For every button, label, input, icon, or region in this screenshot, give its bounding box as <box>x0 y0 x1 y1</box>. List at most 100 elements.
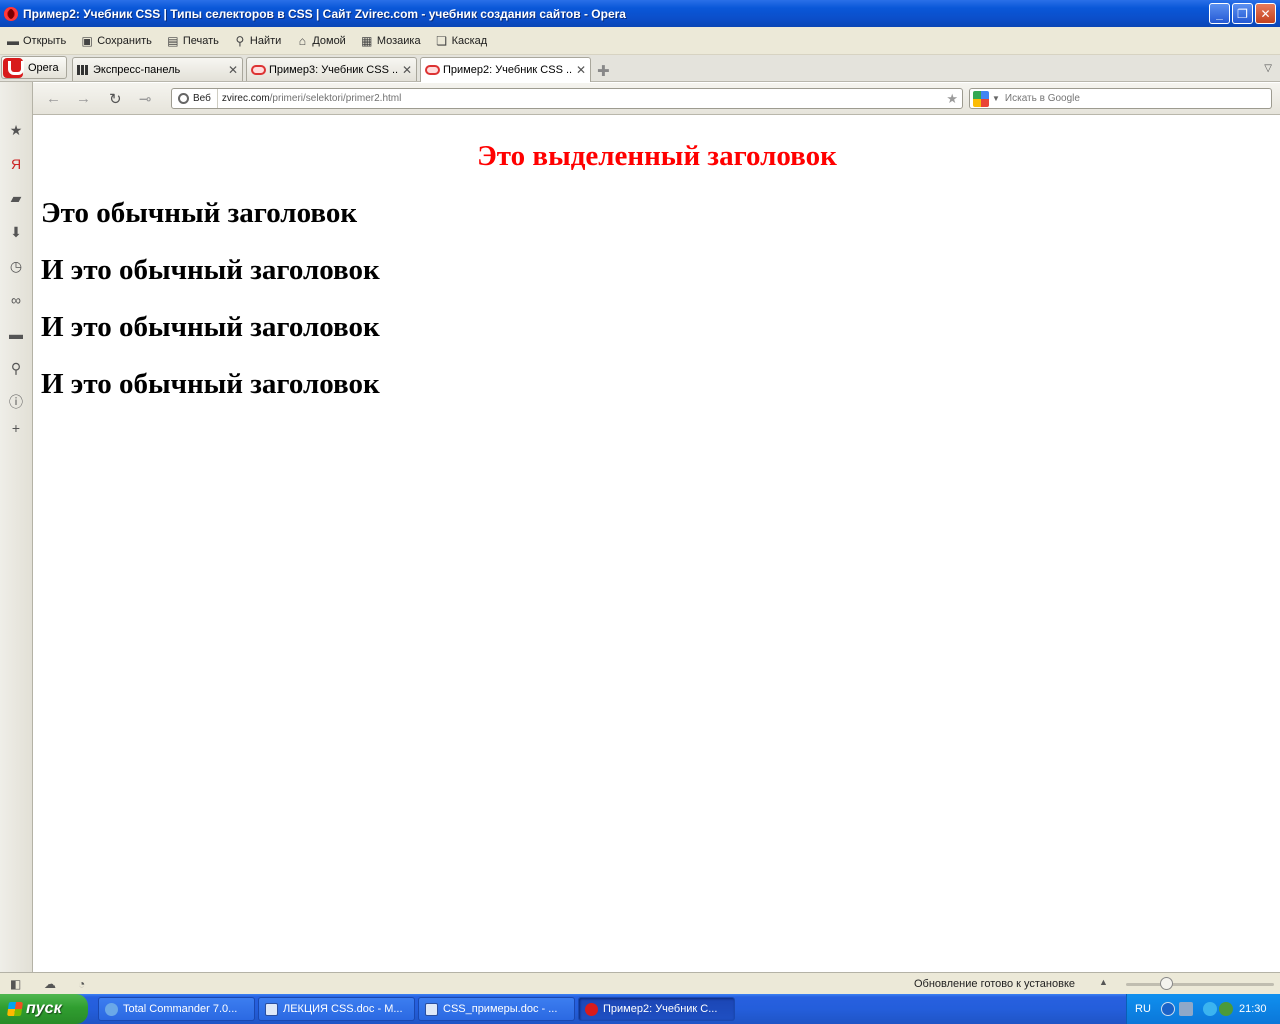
normal-heading: И это обычный заголовок <box>41 254 380 286</box>
tab-close-icon[interactable]: ✕ <box>228 63 238 77</box>
open-label: Открыть <box>23 34 67 47</box>
search-field[interactable]: ▼ <box>969 88 1272 109</box>
minimize-button[interactable]: _ <box>1209 3 1230 24</box>
antivirus-icon[interactable] <box>1219 1002 1233 1016</box>
google-icon[interactable] <box>973 90 989 107</box>
unite-cloud-icon[interactable]: ☁ <box>44 977 56 991</box>
menu-toolbar: ▬ Открыть ▣ Сохранить ▤ Печать ⚲ Найти ⌂… <box>0 27 1280 55</box>
print-button[interactable]: ▤ Печать <box>166 35 219 47</box>
cascade-label: Каскад <box>451 34 488 47</box>
task-label: Пример2: Учебник С... <box>603 1003 718 1015</box>
panel-toggle-icon[interactable]: ◧ <box>10 977 21 991</box>
forward-arrow-icon[interactable]: → <box>76 90 91 107</box>
network-icon[interactable] <box>1179 1002 1193 1016</box>
tab-label: Экспресс-панель <box>93 63 181 76</box>
notes-icon[interactable]: ▰ <box>8 190 24 206</box>
normal-heading: И это обычный заголовок <box>41 368 380 400</box>
turbo-icon[interactable]: ◔ <box>78 977 85 991</box>
wand-key-icon[interactable]: ⊸ <box>139 90 152 108</box>
home-icon: ⌂ <box>298 33 306 48</box>
word-doc-icon <box>425 1002 438 1016</box>
tab-close-icon[interactable]: ✕ <box>402 63 412 77</box>
tile-button[interactable]: ▦ Мозаика <box>360 33 420 48</box>
word-doc-icon <box>265 1002 278 1016</box>
opera-menu-label: Opera <box>28 61 59 74</box>
url-text[interactable]: zvirec.com/primeri/selektori/primer2.htm… <box>218 93 402 104</box>
new-tab-icon[interactable]: ✚ <box>597 62 610 80</box>
start-button[interactable]: пуск <box>0 994 88 1024</box>
folder-icon: ▬ <box>7 33 19 48</box>
opera-app-icon[interactable] <box>4 6 18 21</box>
tab-bar: Opera Экспресс-панель ✕ Пример3: Учебник… <box>0 55 1280 82</box>
tile-icon: ▦ <box>361 33 373 48</box>
normal-heading: Это обычный заголовок <box>41 197 358 229</box>
task-total-commander[interactable]: Total Commander 7.0... <box>98 997 255 1021</box>
tab-label: Пример3: Учебник CSS ... <box>269 63 398 76</box>
cascade-icon: ❏ <box>436 33 447 48</box>
site-favicon-icon <box>251 64 266 75</box>
find-button[interactable]: ⚲ Найти <box>233 33 282 48</box>
language-indicator[interactable]: RU <box>1135 1003 1151 1015</box>
zoom-slider-handle[interactable] <box>1160 977 1173 990</box>
task-word-examples[interactable]: CSS_примеры.doc - ... <box>418 997 575 1021</box>
chevron-up-icon[interactable]: ▲ <box>1099 977 1108 987</box>
chevron-down-icon[interactable]: ▼ <box>992 94 1000 103</box>
url-host: zvirec.com <box>221 93 270 104</box>
cascade-button[interactable]: ❏ Каскад <box>435 33 488 48</box>
search-icon: ⚲ <box>235 33 245 48</box>
url-path: /primeri/selektori/primer2.html <box>269 93 402 104</box>
search-input[interactable] <box>1004 93 1245 104</box>
tab-close-icon[interactable]: ✕ <box>576 63 586 77</box>
info-icon[interactable]: ⓘ <box>8 394 24 410</box>
taskbar: пуск Total Commander 7.0... ЛЕКЦИЯ CSS.d… <box>0 994 1280 1024</box>
page-viewport: Это выделенный заголовок Это обычный заг… <box>34 116 1280 972</box>
update-status-text[interactable]: Обновление готово к установке <box>914 978 1075 990</box>
back-arrow-icon[interactable]: ← <box>46 90 61 107</box>
window-controls: _ ❐ ✕ <box>1209 3 1276 24</box>
bookmarks-star-icon[interactable]: ★ <box>8 122 24 138</box>
find-label: Найти <box>249 34 282 47</box>
task-label: ЛЕКЦИЯ CSS.doc - M... <box>283 1003 403 1015</box>
tab-primer2[interactable]: Пример2: Учебник CSS ... ✕ <box>420 57 591 82</box>
yandex-icon[interactable]: Я <box>8 156 24 172</box>
site-info-badge[interactable]: Веб <box>172 89 218 108</box>
add-panel-icon[interactable]: + <box>8 420 24 436</box>
task-word-lecture[interactable]: ЛЕКЦИЯ CSS.doc - M... <box>258 997 415 1021</box>
save-button[interactable]: ▣ Сохранить <box>80 35 152 47</box>
address-field[interactable]: Веб zvirec.com/primeri/selektori/primer2… <box>171 88 963 109</box>
downloads-icon[interactable]: ⬇ <box>8 224 24 240</box>
total-commander-icon <box>105 1002 118 1016</box>
globe-icon <box>178 93 189 104</box>
site-favicon-icon <box>425 65 440 75</box>
history-clock-icon[interactable]: ◷ <box>8 258 24 274</box>
tray-app-icon[interactable] <box>1203 1002 1217 1016</box>
open-button[interactable]: ▬ Открыть <box>6 35 66 47</box>
restore-button[interactable]: ❐ <box>1232 3 1253 24</box>
task-opera[interactable]: Пример2: Учебник С... <box>578 997 735 1021</box>
start-label: пуск <box>26 1000 62 1017</box>
tab-speed-dial[interactable]: Экспресс-панель ✕ <box>72 57 243 81</box>
links-icon[interactable]: ∞ <box>8 292 24 308</box>
reload-icon[interactable]: ↻ <box>109 90 122 108</box>
search-icon[interactable]: ⚲ <box>8 360 24 376</box>
windows-logo-icon <box>7 1002 23 1016</box>
window-title: Пример2: Учебник CSS | Типы селекторов в… <box>23 6 626 21</box>
save-label: Сохранить <box>97 34 152 47</box>
windows-icon[interactable]: ▬ <box>8 326 24 342</box>
tab-primer3[interactable]: Пример3: Учебник CSS ... ✕ <box>246 57 417 81</box>
clock[interactable]: 21:30 <box>1239 1003 1267 1015</box>
speed-dial-icon <box>77 64 89 75</box>
opera-menu-button[interactable]: Opera <box>1 56 67 79</box>
home-label: Домой <box>312 34 346 47</box>
print-label: Печать <box>182 34 219 47</box>
home-button[interactable]: ⌂ Домой <box>295 35 346 47</box>
bookmark-star-icon[interactable]: ★ <box>946 91 958 107</box>
close-button[interactable]: ✕ <box>1255 3 1276 24</box>
task-label: CSS_примеры.doc - ... <box>443 1003 558 1015</box>
tab-list-chevron-icon[interactable]: ▽ <box>1264 63 1272 74</box>
tab-label: Пример2: Учебник CSS ... <box>443 64 572 76</box>
tray-expand-icon[interactable] <box>1161 1002 1175 1016</box>
zoom-slider-track[interactable] <box>1126 983 1274 986</box>
address-toolbar: ← → ↻ ⊸ Веб zvirec.com/primeri/selektori… <box>33 83 1280 115</box>
title-bar: Пример2: Учебник CSS | Типы селекторов в… <box>0 0 1280 27</box>
